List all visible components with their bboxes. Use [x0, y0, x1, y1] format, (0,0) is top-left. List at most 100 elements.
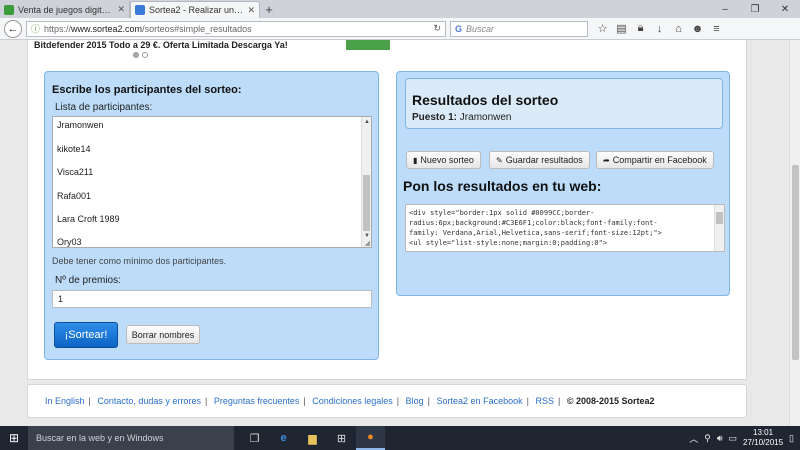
scrollbar-thumb[interactable]: [363, 175, 370, 231]
info-icon[interactable]: ⓘ: [31, 22, 40, 35]
minimize-icon[interactable]: –: [710, 0, 740, 18]
scroll-up-icon[interactable]: ▲: [362, 119, 371, 125]
window-controls: – ❐ ✕: [710, 0, 800, 18]
carousel-dots: [133, 52, 148, 58]
notifications-icon[interactable]: ▭: [728, 433, 737, 444]
url-bar[interactable]: ⓘ https:// www.sortea2.com /sorteos#simp…: [26, 20, 446, 37]
ad-button[interactable]: [346, 40, 390, 50]
tab-favicon-icon: [135, 5, 145, 15]
page-scrollbar[interactable]: [789, 40, 800, 426]
tab-favicon-icon: [4, 4, 14, 15]
download-icon[interactable]: ↓: [651, 20, 668, 38]
code-line: radius:6px;background:#C3E6F1;color:blac…: [409, 219, 658, 227]
list-item: Jramonwen: [57, 120, 104, 130]
network-icon[interactable]: ⚲: [704, 433, 711, 444]
participants-title: Escribe los participantes del sorteo:: [52, 84, 242, 96]
participants-panel: Escribe los participantes del sorteo: Li…: [44, 71, 379, 360]
list-scrollbar[interactable]: ▲ ▼: [361, 117, 371, 247]
position-label: Puesto 1:: [412, 112, 458, 123]
edit-icon: ✎: [496, 155, 503, 165]
close-window-icon[interactable]: ✕: [770, 0, 800, 18]
system-tray: ︿ ⚲ 🔊︎ ▭ 13:01 27/10/2015 ▯: [689, 428, 800, 448]
participants-list-label: Lista de participantes:: [55, 102, 153, 113]
footer-link-english[interactable]: In English: [45, 396, 85, 406]
menu-icon[interactable]: ≡: [708, 20, 725, 38]
close-tab-icon[interactable]: ✕: [117, 4, 125, 15]
tray-chevron-icon[interactable]: ︿: [689, 432, 698, 445]
tab-bar: Venta de juegos digitales :... ✕ Sortea2…: [0, 0, 800, 18]
list-item: Lara Croft 1989: [57, 214, 120, 224]
url-path: /sorteos#simple_resultados: [142, 23, 252, 34]
pocket-icon[interactable]: ☻: [689, 20, 706, 38]
carousel-dot[interactable]: [133, 52, 139, 58]
footer-link-contact[interactable]: Contacto, dudas y errores: [97, 396, 201, 406]
reading-list-icon[interactable]: ▤: [613, 20, 630, 38]
save-results-label: Guardar resultados: [505, 155, 583, 165]
code-scrollbar[interactable]: [714, 205, 724, 251]
footer-link-faq[interactable]: Preguntas frecuentes: [214, 396, 300, 406]
list-item: Visca211: [57, 167, 94, 177]
lock-icon[interactable]: 🔒︎: [632, 20, 649, 38]
taskbar-clock[interactable]: 13:01 27/10/2015: [743, 428, 783, 448]
edge-icon[interactable]: e: [269, 426, 298, 450]
tab-title: Venta de juegos digitales :...: [18, 4, 114, 15]
back-button[interactable]: ←: [4, 19, 22, 38]
volume-icon[interactable]: 🔊︎: [717, 433, 723, 444]
task-view-icon[interactable]: ❐: [240, 426, 269, 450]
scrollbar-thumb[interactable]: [792, 165, 799, 360]
share-icon: ➦: [603, 155, 610, 165]
search-engine-icon[interactable]: G: [455, 24, 462, 34]
carousel-dot[interactable]: [142, 52, 148, 58]
file-explorer-icon[interactable]: ▆: [298, 426, 327, 450]
code-line: family: Verdana,Arial,Helvetica,sans-ser…: [409, 229, 662, 237]
list-item: kikote14: [57, 144, 91, 154]
store-icon[interactable]: ⊞: [327, 426, 356, 450]
home-icon[interactable]: ⌂: [670, 20, 687, 38]
prizes-input[interactable]: 1: [52, 290, 372, 308]
star-icon[interactable]: ☆: [594, 20, 611, 38]
footer-link-rss[interactable]: RSS: [535, 396, 554, 406]
taskbar-search-input[interactable]: Buscar en la web y en Windows: [28, 426, 234, 450]
windows-start-icon[interactable]: ⊞: [0, 426, 28, 450]
firefox-icon[interactable]: ●: [356, 426, 385, 450]
clock-date: 27/10/2015: [743, 438, 784, 447]
url-scheme: https://: [44, 23, 72, 34]
save-results-button[interactable]: ✎ Guardar resultados: [489, 151, 590, 169]
new-tab-button[interactable]: +: [260, 1, 278, 18]
resize-grip-icon[interactable]: ◢: [365, 239, 370, 247]
share-facebook-label: Compartir en Facebook: [612, 155, 707, 165]
footer-link-facebook[interactable]: Sortea2 en Facebook: [437, 396, 523, 406]
search-input[interactable]: G Buscar: [450, 20, 588, 37]
reload-icon[interactable]: ↻: [433, 23, 441, 34]
code-line: <ul style="list-style:none;margin:0;padd…: [409, 239, 608, 247]
scrollbar-thumb[interactable]: [716, 212, 723, 224]
new-draw-button[interactable]: ▮ Nuevo sorteo: [406, 151, 481, 169]
close-tab-icon[interactable]: ✕: [247, 5, 255, 16]
list-item: Rafa001: [57, 191, 92, 201]
ad-text[interactable]: Bitdefender 2015 Todo a 29 €. Oferta Lim…: [34, 40, 288, 50]
taskbar-apps: ❐ e ▆ ⊞ ●: [240, 426, 385, 450]
share-facebook-button[interactable]: ➦ Compartir en Facebook: [596, 151, 714, 169]
navigation-bar: ← ⓘ https:// www.sortea2.com /sorteos#si…: [0, 18, 800, 40]
footer-links: In English | Contacto, dudas y errores | P…: [45, 396, 655, 406]
taskbar-search-placeholder: Buscar en la web y en Windows: [36, 433, 164, 443]
embed-title: Pon los resultados en tu web:: [403, 178, 602, 194]
tab-sortea2[interactable]: Sortea2 - Realizar un sorteo ✕: [130, 1, 260, 18]
footer-link-legal[interactable]: Condiciones legales: [312, 396, 393, 406]
tab-title: Sortea2 - Realizar un sorteo: [149, 5, 244, 15]
embed-code-textarea[interactable]: <div style="border:1px solid #0099CC;bor…: [405, 204, 725, 252]
tab-venta-juegos[interactable]: Venta de juegos digitales :... ✕: [0, 1, 130, 18]
results-title: Resultados del sorteo: [412, 92, 559, 108]
position-winner: Jramonwen: [459, 112, 512, 123]
search-placeholder: Buscar: [466, 23, 495, 34]
list-item: Ory03: [57, 237, 82, 247]
footer-link-blog[interactable]: Blog: [406, 396, 424, 406]
clear-names-button[interactable]: Borrar nombres: [126, 325, 200, 344]
participants-textarea[interactable]: Jramonwen kikote14 Visca211 Rafa001 Lara…: [52, 116, 372, 248]
maximize-icon[interactable]: ❐: [740, 0, 770, 18]
toolbar-icons: ☆ ▤ 🔒︎ ↓ ⌂ ☻ ≡: [594, 20, 725, 38]
action-center-icon[interactable]: ▯: [789, 433, 794, 444]
copyright: © 2008-2015 Sortea2: [566, 396, 655, 406]
page-footer: In English | Contacto, dudas y errores | P…: [27, 384, 747, 418]
draw-button[interactable]: ¡Sortear!: [54, 322, 118, 348]
